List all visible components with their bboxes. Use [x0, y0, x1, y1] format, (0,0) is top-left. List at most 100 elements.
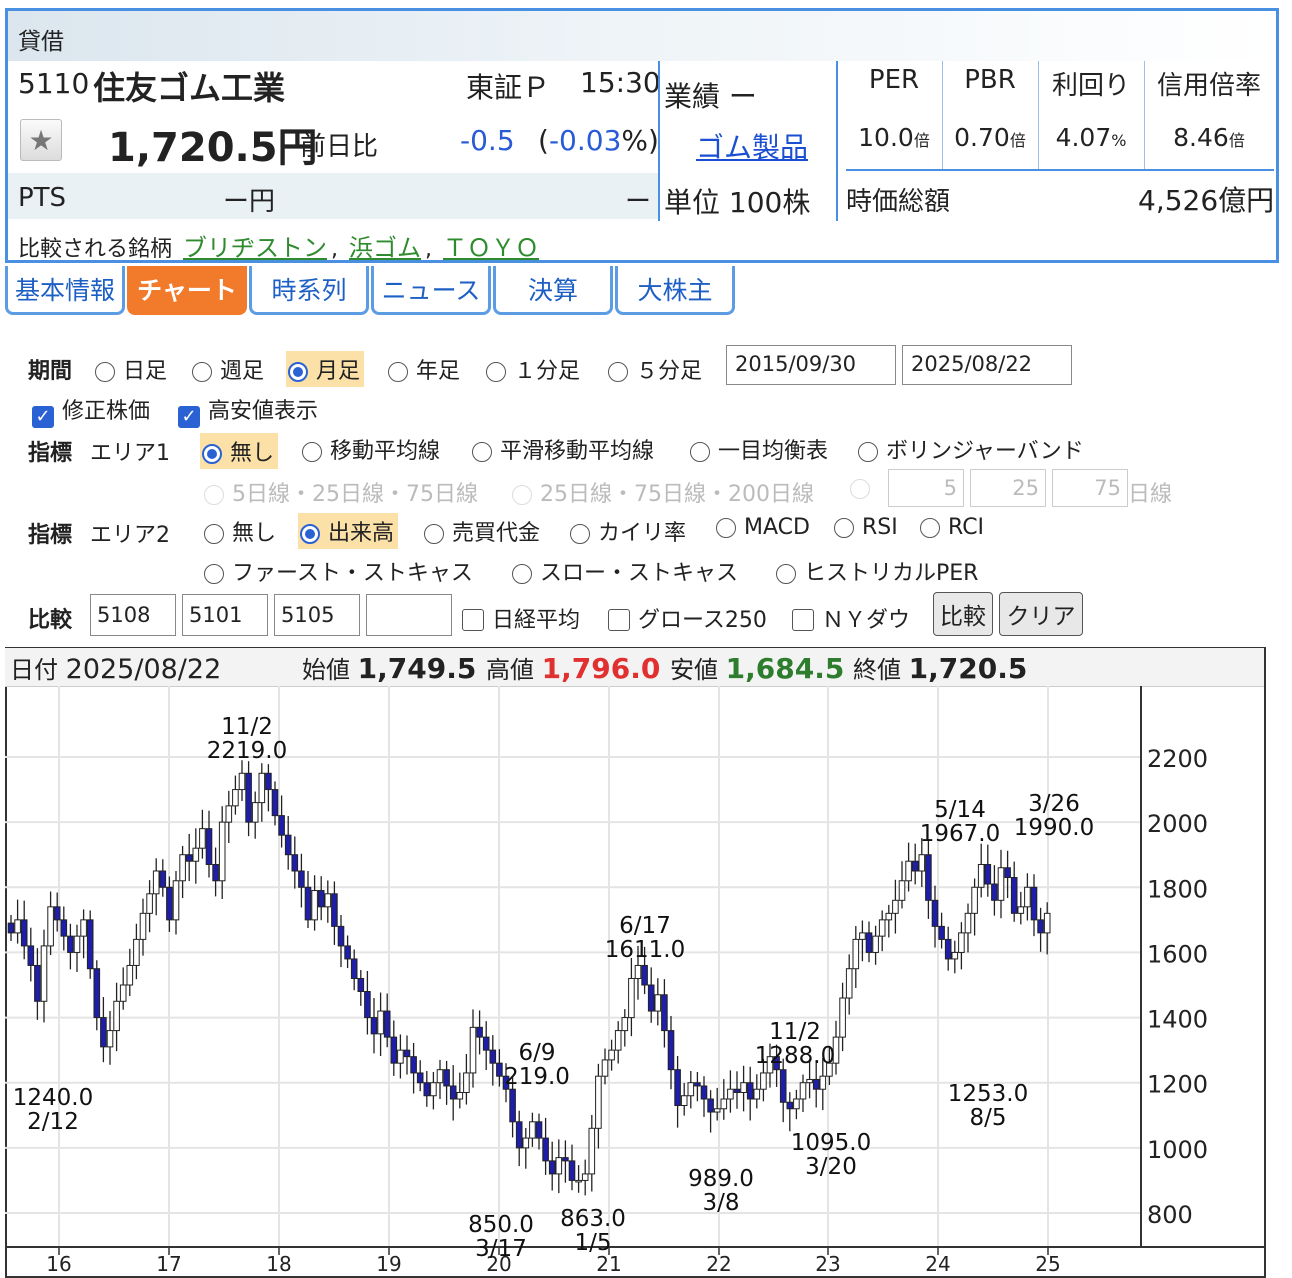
tab-shareholders[interactable]: 大株主 — [615, 266, 735, 315]
ma-input-3[interactable]: 75 — [1052, 469, 1128, 507]
candle-body — [265, 772, 272, 791]
annotation-label: 1288.0 — [755, 1043, 835, 1069]
annotation-label: 1253.0 — [948, 1081, 1028, 1107]
candle-body — [621, 1017, 629, 1032]
area1-ichimoku[interactable]: 一目均衡表 — [690, 433, 828, 465]
compare-code-input[interactable]: 5108 — [90, 594, 176, 636]
exchange: 東証Ｐ — [466, 71, 551, 104]
candle-body — [278, 815, 285, 836]
candle-body — [555, 1157, 563, 1175]
tab-chart[interactable]: チャート — [127, 266, 247, 315]
tab-timeseries[interactable]: 時系列 — [249, 266, 369, 315]
ma-option-custom[interactable] — [850, 476, 878, 501]
area2-slow-stoch[interactable]: スロー・ストキャス — [512, 555, 738, 587]
area2-rsi[interactable]: RSI — [834, 515, 898, 540]
candle-body — [238, 772, 246, 791]
related-stock-link[interactable]: 浜ゴム — [349, 234, 421, 260]
period-weekly[interactable]: 週足 — [192, 353, 264, 385]
ma-input-1[interactable]: 5 — [888, 469, 964, 507]
compare-button[interactable]: 比較 — [933, 592, 993, 636]
candle-body — [469, 1026, 477, 1074]
related-stock-link[interactable]: ブリヂストン — [183, 234, 327, 260]
checkbox-icon — [462, 609, 484, 631]
candle-body — [872, 935, 879, 953]
ma-option-2[interactable]: 25日線・75日線・200日線 — [512, 476, 814, 508]
candle-body — [806, 1078, 813, 1084]
candle-body — [40, 945, 48, 1002]
candle-body — [733, 1088, 741, 1093]
radio-icon — [776, 564, 796, 584]
period-5min[interactable]: ５分足 — [608, 353, 702, 385]
performance-label: 業績 ー — [664, 80, 757, 113]
candle-body — [1010, 877, 1018, 914]
change-label: 前日比 — [300, 132, 379, 162]
area2-rci[interactable]: RCI — [920, 515, 984, 540]
candle-body — [753, 1088, 761, 1100]
candle-body — [898, 880, 906, 901]
area1-ema[interactable]: 平滑移動平均線 — [472, 433, 654, 465]
tab-basic-info[interactable]: 基本情報 — [5, 266, 125, 315]
candle-body — [34, 964, 41, 1002]
sector-link[interactable]: ゴム製品 — [696, 126, 808, 166]
period-label: 期間 — [28, 359, 73, 384]
area1-ma[interactable]: 移動平均線 — [302, 433, 440, 465]
candle-body — [905, 860, 912, 882]
candle-body — [251, 802, 259, 823]
growth250-checkbox[interactable]: グロース250 — [608, 602, 767, 634]
radio-icon — [486, 362, 506, 382]
candle-body — [205, 828, 213, 865]
candle-body — [179, 854, 186, 882]
x-tick-label: 25 — [1035, 1252, 1060, 1276]
annotation-label: 8/5 — [969, 1105, 1006, 1131]
tab-earnings[interactable]: 決算 — [493, 266, 613, 315]
clear-button[interactable]: クリア — [999, 592, 1083, 636]
period-daily[interactable]: 日足 — [95, 353, 167, 385]
radio-icon — [834, 518, 854, 538]
area2-macd[interactable]: MACD — [716, 515, 810, 540]
adjusted-price-checkbox[interactable]: ✓ 修正株価 — [32, 393, 150, 428]
candle-body — [548, 1160, 556, 1175]
compare-code-input[interactable]: 5105 — [274, 594, 360, 636]
area2-turnover[interactable]: 売買代金 — [424, 515, 540, 547]
radio-icon — [95, 362, 115, 382]
candle-body — [284, 834, 292, 856]
y-tick-label: 1800 — [1147, 875, 1208, 903]
area2-fast-stoch[interactable]: ファースト・ストキャス — [204, 555, 473, 587]
candle-body — [403, 1049, 411, 1058]
candle-body — [199, 828, 206, 849]
period-1min[interactable]: １分足 — [486, 353, 580, 385]
candle-body — [1004, 867, 1011, 879]
candle-body — [839, 997, 846, 1038]
ma-input-2[interactable]: 25 — [970, 469, 1046, 507]
candle-body — [859, 932, 866, 940]
area1-bollinger[interactable]: ボリンジャーバンド — [858, 433, 1084, 465]
area2-volume[interactable]: 出来高 — [298, 513, 399, 549]
candle-body — [463, 1072, 470, 1093]
candle-body — [496, 1062, 503, 1077]
candle-body — [489, 1049, 497, 1064]
date-from-input[interactable]: 2015/09/30 — [726, 345, 896, 385]
related-stock-link[interactable]: ＴＯＹＯ — [443, 234, 539, 260]
radio-icon — [690, 442, 710, 462]
favorite-star-button[interactable]: ★ — [20, 119, 62, 161]
period-monthly[interactable]: 月足 — [286, 351, 365, 387]
tab-news[interactable]: ニュース — [371, 266, 491, 315]
radio-icon — [204, 564, 224, 584]
date-to-input[interactable]: 2025/08/22 — [902, 345, 1072, 385]
highlow-checkbox[interactable]: ✓ 高安値表示 — [178, 393, 318, 428]
area2-none[interactable]: 無し — [204, 515, 276, 547]
candlestick-chart[interactable]: 800 1000 1200 1400 1600 1800 2000 2200 16 17 18 19 2… — [5, 686, 1264, 1276]
compare-code-input[interactable] — [366, 594, 452, 636]
nikkei-checkbox[interactable]: 日経平均 — [462, 602, 580, 634]
per-label: PER — [868, 65, 920, 95]
area2-hist-per[interactable]: ヒストリカルPER — [776, 555, 978, 587]
radio-icon — [192, 362, 212, 382]
compare-code-input[interactable]: 5101 — [182, 594, 268, 636]
area2-deviation[interactable]: カイリ率 — [570, 515, 686, 547]
nydow-checkbox[interactable]: ＮＹダウ — [792, 602, 910, 634]
ma-option-1[interactable]: 5日線・25日線・75日線 — [204, 476, 478, 508]
annotation-label: 2/12 — [27, 1109, 79, 1135]
y-tick-label: 2200 — [1147, 745, 1208, 773]
period-yearly[interactable]: 年足 — [388, 353, 460, 385]
area1-none[interactable]: 無し — [200, 433, 279, 469]
